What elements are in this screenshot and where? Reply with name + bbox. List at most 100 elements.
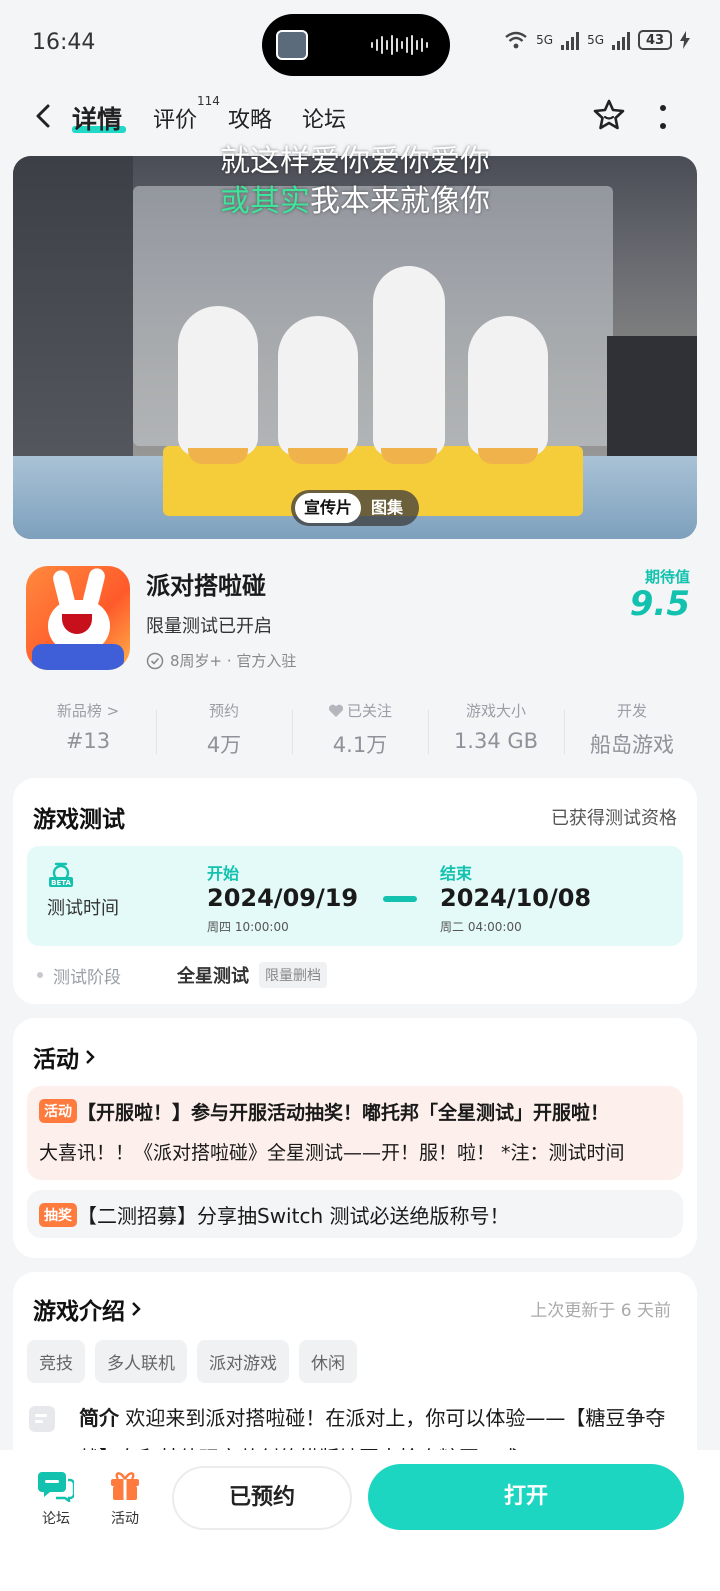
activity-button[interactable]: 活动 xyxy=(95,1468,155,1528)
tag-chip[interactable]: 多人联机 xyxy=(95,1340,187,1383)
bottom-action-bar: 论坛 活动 已预约 打开 xyxy=(0,1450,720,1591)
test-qualification-status: 已获得测试资格 xyxy=(551,808,677,829)
activity-item-launch[interactable]: 活动 【开服啦！】参与开服活动抽奖！嘟托邦「全星测试」开服啦！ 大喜讯！！《派对搭… xyxy=(27,1086,683,1180)
stat-label: 已关注 xyxy=(346,702,392,720)
last-updated: 上次更新于 6 天前 xyxy=(530,1301,671,1321)
more-options-icon[interactable] xyxy=(658,104,668,130)
end-time: 周二 04:00:00 xyxy=(440,920,522,934)
activity-label: 活动 xyxy=(111,1511,139,1527)
tag-chips: 竞技 多人联机 派对游戏 休闲 xyxy=(27,1340,357,1383)
subtitle-rest: 我本来就像你 xyxy=(310,184,490,219)
activity-title: 活动 【开服啦！】参与开服活动抽奖！嘟托邦「全星测试」开服啦！ xyxy=(39,1098,659,1125)
stat-reservations: 预约 4万 xyxy=(156,700,292,764)
subtitle-highlight: 或其实 xyxy=(220,184,310,219)
status-indicators: 5G 5G 43 xyxy=(504,30,690,50)
figurine-3 xyxy=(373,266,445,456)
activities-title: 活动 xyxy=(33,1047,79,1073)
activity-body: 大喜讯！！《派对搭啦碰》全星测试——开！服！啦！ *注：测试时间 xyxy=(39,1142,625,1164)
start-date: 2024/09/19 xyxy=(207,884,359,912)
dynamic-island[interactable] xyxy=(262,14,450,76)
stat-value: #13 xyxy=(65,729,111,753)
signal-icon xyxy=(561,30,580,50)
tab-gallery[interactable]: 图集 xyxy=(371,493,403,523)
tab-reviews[interactable]: 评价 xyxy=(153,102,197,134)
intro-header[interactable]: 游戏介绍 xyxy=(33,1292,143,1326)
tab-details[interactable]: 详情 xyxy=(72,100,122,136)
stat-developer[interactable]: 开发 船岛游戏 xyxy=(564,700,700,764)
intro-label: 简介 xyxy=(79,1406,119,1430)
status-time: 16:44 xyxy=(32,30,96,55)
end-tag: 结束 xyxy=(440,864,473,883)
stat-value: 船岛游戏 xyxy=(590,733,674,757)
network-type-2: 5G xyxy=(587,33,604,47)
activities-header[interactable]: 活动 xyxy=(33,1040,97,1074)
reserved-button[interactable]: 已预约 xyxy=(172,1466,352,1530)
test-time-box: BETA 测试时间 开始 2024/09/19 周四 10:00:00 结束 2… xyxy=(27,846,683,946)
open-button[interactable]: 打开 xyxy=(368,1464,684,1530)
app-icon xyxy=(26,566,130,670)
app-meta-text: 8周岁+ · 官方入驻 xyxy=(170,652,297,670)
subtitle-line-2: 或其实我本来就像你 xyxy=(13,176,697,220)
stats-row: 新品榜 > #13 预约 4万 已关注 4.1万 游戏大小 1.34 GB 开发船岛游戏 xyxy=(20,700,700,764)
audio-wave-icon xyxy=(371,34,428,56)
activity-title-text: 【开服啦！】参与开服活动抽奖！嘟托邦「全星测试」开服啦！ xyxy=(77,1102,610,1124)
tab-promo-video[interactable]: 宣传片 xyxy=(295,493,361,523)
lottery-badge: 抽奖 xyxy=(39,1203,77,1227)
expectation-score: 9.5 xyxy=(629,584,690,624)
tag-chip[interactable]: 休闲 xyxy=(299,1340,357,1383)
heart-icon xyxy=(328,704,344,717)
test-stage-row: 测试阶段 全星测试 限量删档 xyxy=(37,962,327,988)
tag-chip[interactable]: 竞技 xyxy=(27,1340,85,1383)
stat-label: 预约 xyxy=(208,702,239,720)
beta-icon: BETA xyxy=(49,862,73,887)
stat-game-size: 游戏大小 1.34 GB xyxy=(428,700,564,764)
back-arrow-icon[interactable] xyxy=(30,102,58,130)
network-type-1: 5G xyxy=(536,33,554,47)
tab-forum[interactable]: 论坛 xyxy=(302,102,346,134)
charging-icon xyxy=(680,31,690,49)
forum-chat-icon xyxy=(38,1472,74,1502)
description-icon xyxy=(29,1406,55,1432)
gift-icon xyxy=(111,1472,139,1500)
stat-value: 1.34 GB xyxy=(453,729,539,753)
figurine-foot xyxy=(188,448,248,464)
subtitle-line-1: 就这样爱你爱你爱你 xyxy=(220,144,490,179)
verified-check-icon xyxy=(146,652,164,669)
svg-text:BETA: BETA xyxy=(51,879,71,887)
activity-badge: 活动 xyxy=(39,1099,77,1123)
favorite-star-icon[interactable] xyxy=(592,98,626,132)
activity-item-recruit[interactable]: 抽奖 【二测招募】分享抽Switch 测试必送绝版称号！ xyxy=(27,1190,683,1238)
forum-button[interactable]: 论坛 xyxy=(26,1468,86,1528)
figurine-2 xyxy=(278,316,358,456)
game-test-title: 游戏测试 xyxy=(33,807,125,833)
chevron-right-icon xyxy=(86,1050,95,1064)
tag-chip[interactable]: 派对游戏 xyxy=(197,1340,289,1383)
video-subtitles: 就这样爱你爱你爱你 或其实我本来就像你 xyxy=(13,144,697,236)
stat-new-rank[interactable]: 新品榜 > #13 xyxy=(20,700,156,764)
tab-guides[interactable]: 攻略 xyxy=(228,102,272,134)
stat-value: 4万 xyxy=(206,733,242,757)
figurine-4 xyxy=(468,316,548,456)
status-bar: 16:44 5G 5G 43 xyxy=(0,0,720,90)
app-name: 派对搭啦碰 xyxy=(146,572,266,600)
start-tag: 开始 xyxy=(207,864,240,883)
end-date: 2024/10/08 xyxy=(440,884,592,912)
figurine-1 xyxy=(178,306,258,456)
start-time: 周四 10:00:00 xyxy=(207,920,289,934)
stat-value: 4.1万 xyxy=(332,733,388,757)
test-time-label: 测试时间 xyxy=(47,898,119,919)
figurine-foot xyxy=(478,448,538,464)
game-test-card: 游戏测试 已获得测试资格 BETA 测试时间 开始 2024/09/19 周四 … xyxy=(13,778,697,1004)
wifi-icon xyxy=(505,31,527,49)
figurine-foot xyxy=(381,448,437,464)
game-intro-card: 游戏介绍 上次更新于 6 天前 竞技 多人联机 派对游戏 休闲 简介 欢迎来到派… xyxy=(13,1272,697,1472)
app-meta: 8周岁+ · 官方入驻 xyxy=(146,650,296,671)
figurine-foot xyxy=(288,448,348,464)
activity-title: 抽奖 【二测招募】分享抽Switch 测试必送绝版称号！ xyxy=(39,1200,669,1229)
signal-icon-2 xyxy=(612,30,630,50)
island-media-thumbnail xyxy=(276,30,308,60)
stat-label: 游戏大小 xyxy=(465,702,526,720)
media-type-switch: 宣传片 图集 xyxy=(291,490,419,526)
stat-followers: 已关注 4.1万 xyxy=(292,700,428,764)
stat-label: 开发 xyxy=(616,702,647,720)
